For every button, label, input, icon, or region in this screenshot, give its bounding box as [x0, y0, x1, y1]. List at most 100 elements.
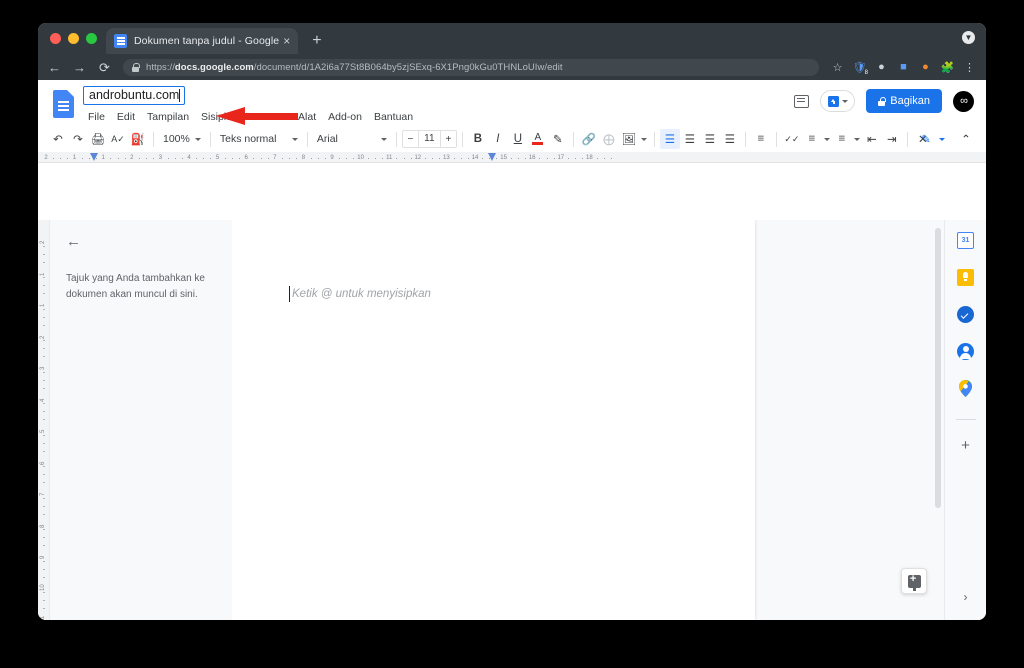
underline-button[interactable]: U: [508, 129, 528, 149]
extension-dark-icon[interactable]: ●: [875, 61, 888, 74]
header-actions: Bagikan ∞: [794, 89, 974, 113]
align-left-button[interactable]: ☰: [659, 129, 680, 149]
paragraph-style-select[interactable]: Teks normal: [216, 129, 302, 149]
ruler-tick: 1: [101, 155, 105, 161]
left-indent-marker[interactable]: [90, 153, 99, 161]
expand-side-panel-button[interactable]: ›: [964, 590, 968, 604]
editing-mode-button[interactable]: ✎: [916, 129, 936, 149]
keep-icon[interactable]: [957, 269, 974, 286]
shield-icon[interactable]: 🛡 8: [853, 61, 868, 76]
back-button[interactable]: ←: [48, 61, 61, 74]
calendar-icon[interactable]: 31: [957, 232, 974, 249]
google-docs-logo-icon[interactable]: [53, 90, 74, 118]
document-page[interactable]: Ketik @ untuk menyisipkan: [232, 220, 755, 620]
tasks-icon[interactable]: [957, 306, 974, 323]
insert-image-button[interactable]: 🖼: [619, 129, 639, 149]
document-title-input[interactable]: androbuntu.com: [83, 86, 185, 105]
profile-icon[interactable]: ▼: [962, 31, 975, 44]
close-outline-button[interactable]: ←: [66, 234, 216, 249]
grammarly-icon[interactable]: ■: [897, 61, 910, 74]
menu-file[interactable]: File: [88, 111, 105, 123]
italic-button[interactable]: I: [488, 129, 508, 149]
maps-icon[interactable]: [959, 380, 972, 397]
ruler-minor-tick: [396, 158, 398, 159]
zoom-select[interactable]: 100%: [159, 129, 205, 149]
present-button[interactable]: [820, 90, 856, 112]
numbered-list-button[interactable]: ≡: [832, 129, 852, 149]
bold-button[interactable]: B: [468, 129, 488, 149]
ruler-minor-tick: [231, 158, 233, 159]
contacts-icon[interactable]: [957, 343, 974, 360]
font-size-value[interactable]: 11: [417, 131, 441, 147]
line-spacing-button[interactable]: ≡: [751, 129, 771, 149]
menu-addon[interactable]: Add-on: [328, 111, 362, 123]
font-size-stepper[interactable]: − 11 +: [401, 130, 457, 148]
chevron-down-icon[interactable]: [639, 129, 649, 149]
ruler-minor-tick: [43, 316, 45, 318]
chevron-down-icon: [842, 99, 849, 103]
zoom-value: 100%: [163, 133, 190, 145]
browser-tab[interactable]: Dokumen tanpa judul - Google ×: [106, 28, 299, 54]
new-tab-button[interactable]: +: [312, 33, 321, 49]
toolbar-divider: [572, 131, 574, 147]
chevron-down-icon[interactable]: [852, 129, 862, 149]
bulleted-list-button[interactable]: ≡: [802, 129, 822, 149]
explore-button[interactable]: [901, 568, 927, 594]
paint-format-button[interactable]: ⛽: [128, 129, 148, 149]
ruler-minor-tick: [453, 158, 455, 159]
ruler-minor-tick: [43, 608, 45, 610]
minimize-window-button[interactable]: [68, 33, 79, 44]
star-icon[interactable]: ☆: [831, 61, 844, 74]
menu-alat[interactable]: Alat: [298, 111, 316, 123]
text-color-button[interactable]: A: [528, 129, 548, 149]
maximize-window-button[interactable]: [86, 33, 97, 44]
close-tab-icon[interactable]: ×: [283, 35, 290, 47]
share-button[interactable]: Bagikan: [866, 89, 942, 113]
font-size-increase[interactable]: +: [441, 134, 456, 145]
ruler-minor-tick: [517, 158, 519, 159]
document-canvas[interactable]: Ketik @ untuk menyisipkan: [232, 220, 944, 620]
ruler-minor-tick: [43, 434, 45, 436]
checklist-button[interactable]: ✓✓: [782, 129, 802, 149]
insert-link-button[interactable]: 🔗: [579, 129, 599, 149]
collapse-toolbar-button[interactable]: ⌃: [956, 129, 976, 149]
address-bar[interactable]: https://docs.google.com/document/d/1A2i6…: [123, 58, 819, 76]
ruler-tick: 7: [273, 155, 277, 161]
toolbar-divider: [209, 131, 211, 147]
highlight-color-button[interactable]: ✎: [548, 129, 568, 149]
add-comment-button[interactable]: ⨁: [599, 129, 619, 149]
add-addon-button[interactable]: +: [961, 438, 970, 453]
align-right-button[interactable]: ☰: [700, 129, 720, 149]
vertical-scrollbar[interactable]: [935, 228, 941, 508]
print-button[interactable]: 🖨: [88, 129, 108, 149]
increase-indent-button[interactable]: ⇥: [882, 129, 902, 149]
redo-button[interactable]: ↷: [68, 129, 88, 149]
close-window-button[interactable]: [50, 33, 61, 44]
decrease-indent-button[interactable]: ⇤: [862, 129, 882, 149]
window-controls[interactable]: [50, 33, 97, 44]
align-center-button[interactable]: ☰: [680, 129, 700, 149]
align-justify-button[interactable]: ☰: [720, 129, 740, 149]
spellcheck-button[interactable]: A✓: [108, 129, 128, 149]
avatar[interactable]: ∞: [953, 90, 974, 112]
font-size-decrease[interactable]: −: [403, 134, 418, 145]
comment-history-icon[interactable]: [794, 94, 810, 108]
horizontal-ruler[interactable]: 2 1 1 2 3 4 5 6 7 8 9 10 11 12 13 14 15 16 17 18: [38, 152, 986, 163]
ruler-minor-tick: [43, 340, 45, 342]
menu-bantuan[interactable]: Bantuan: [374, 111, 413, 123]
menu-tampilan[interactable]: Tampilan: [147, 111, 189, 123]
chevron-down-icon[interactable]: [822, 129, 832, 149]
forward-button[interactable]: →: [73, 61, 86, 74]
ruler-minor-tick: [382, 158, 384, 159]
right-indent-marker[interactable]: [488, 153, 497, 161]
ruler-tick: 6: [244, 155, 248, 161]
kebab-menu-icon[interactable]: ⋮: [963, 61, 976, 74]
reload-button[interactable]: ⟳: [98, 61, 111, 74]
menu-edit[interactable]: Edit: [117, 111, 135, 123]
chevron-down-icon[interactable]: [939, 137, 945, 141]
fox-icon[interactable]: ●: [919, 61, 932, 74]
undo-button[interactable]: ↶: [48, 129, 68, 149]
ruler-minor-tick: [374, 158, 376, 159]
font-select[interactable]: Arial: [313, 129, 391, 149]
puzzle-icon[interactable]: 🧩: [941, 61, 955, 74]
